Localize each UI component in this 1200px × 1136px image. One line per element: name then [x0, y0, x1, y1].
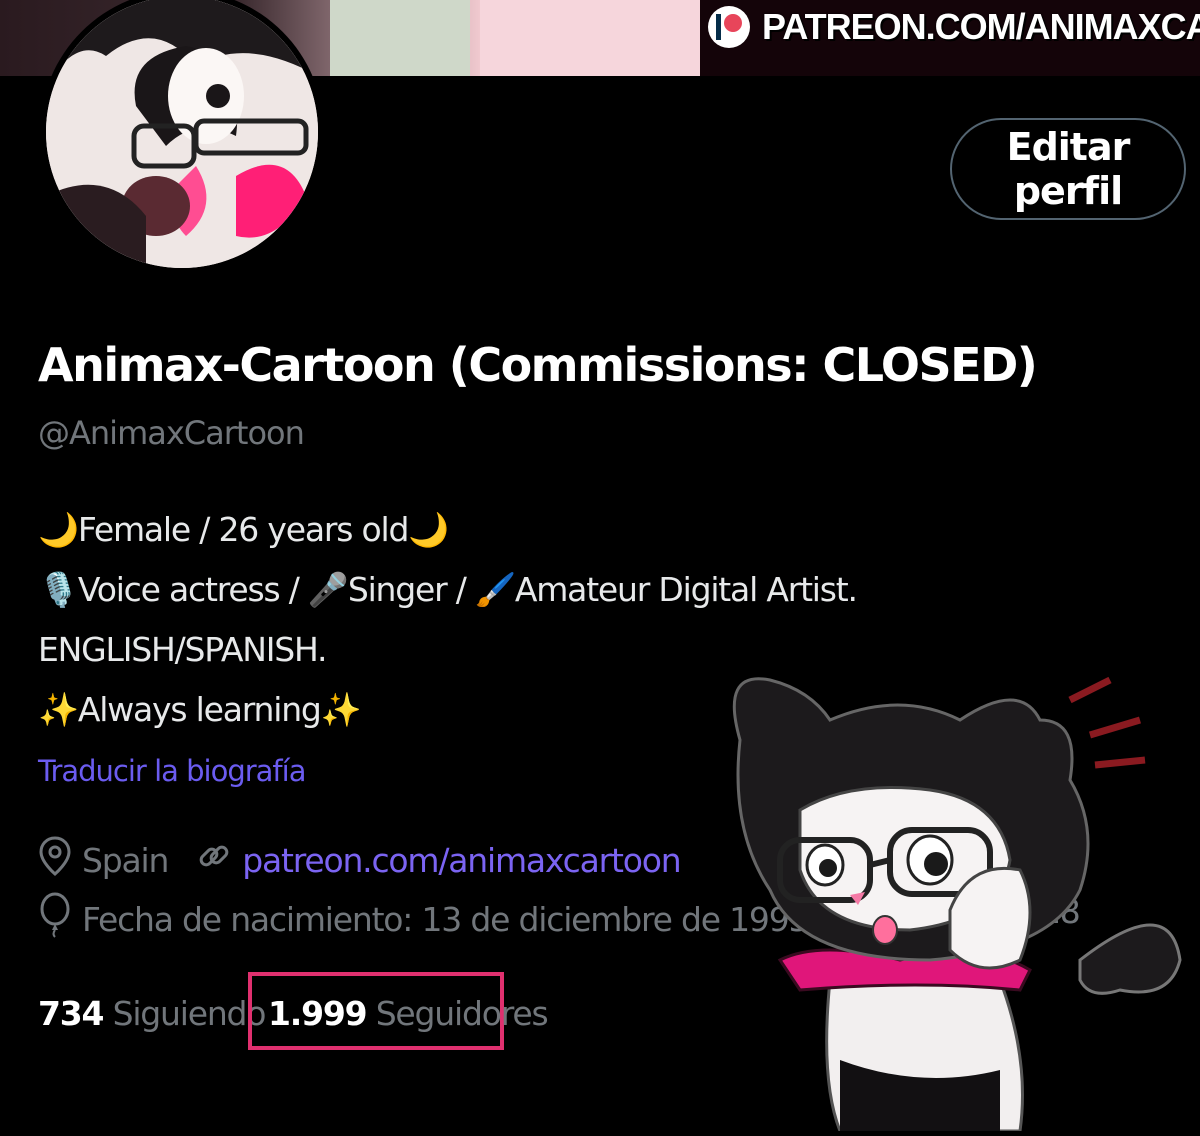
bio-line: 🌙Female / 26 years old🌙	[38, 510, 449, 549]
followers-number: 1.999	[268, 994, 368, 1033]
followers-label: Seguidores	[375, 994, 549, 1033]
banner-art-segment	[480, 0, 700, 76]
avatar[interactable]	[40, 0, 324, 274]
avatar-image	[46, 0, 318, 268]
location-text: Spain	[82, 840, 169, 880]
following-count[interactable]: 734 Siguiendo	[38, 994, 267, 1033]
link-icon	[196, 838, 232, 882]
followers-count[interactable]: 1.999 Seguidores	[268, 994, 549, 1033]
profile-meta-row: Spain patreon.com/animaxcartoon	[38, 836, 682, 884]
bio-line: 🎙️Voice actress / 🎤Singer / 🖌️Amateur Di…	[38, 570, 858, 609]
cat-sticker-image	[700, 660, 1200, 1133]
following-label: Siguiendo	[112, 994, 267, 1033]
location-pin-icon	[38, 836, 72, 884]
banner-patreon-text: PATREON.COM/ANIMAXCARTOON	[708, 6, 1200, 48]
balloon-icon	[38, 892, 72, 946]
user-handle: @AnimaxCartoon	[38, 414, 305, 452]
edit-profile-button[interactable]: Editar perfil	[950, 118, 1186, 220]
following-number: 734	[38, 994, 105, 1033]
banner-link-text: PATREON.COM/ANIMAXCARTOON	[762, 6, 1200, 47]
banner-art-segment	[330, 0, 470, 76]
website-link[interactable]: patreon.com/animaxcartoon	[242, 841, 681, 880]
patreon-logo-icon	[708, 6, 750, 48]
display-name: Animax-Cartoon (Commissions: CLOSED)	[38, 338, 1038, 392]
translate-bio-link[interactable]: Traducir la biografía	[38, 754, 306, 788]
